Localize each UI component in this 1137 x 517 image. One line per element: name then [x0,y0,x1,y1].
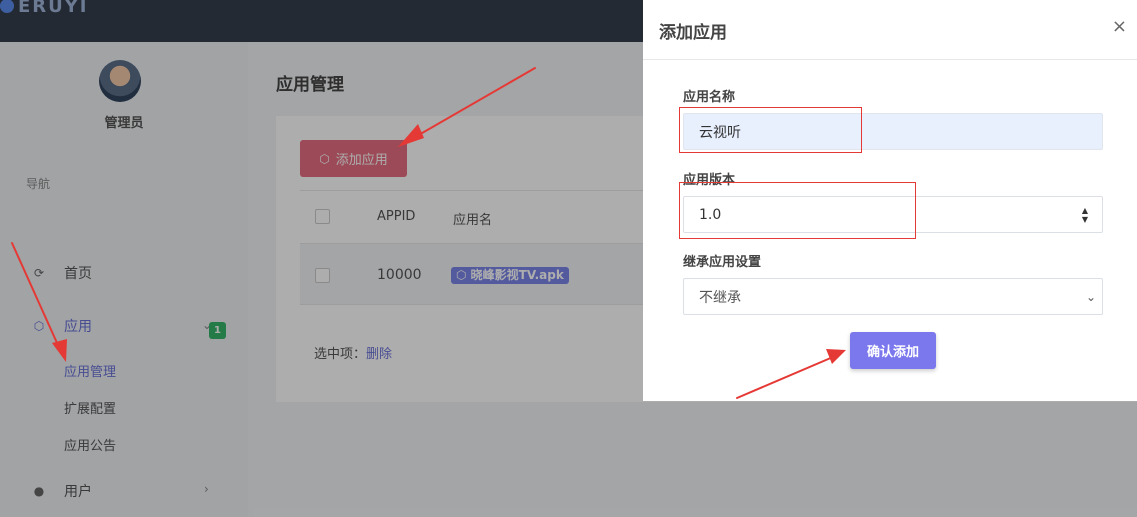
modal-title: 添加应用 [659,23,727,43]
chevron-down-icon: ⌄ [1085,290,1096,304]
inherit-settings-select[interactable]: 不继承 ⌄ [683,278,1103,315]
confirm-add-button[interactable]: 确认添加 [850,332,936,369]
modal-header: 添加应用 × [643,0,1137,60]
close-icon[interactable]: × [1112,16,1127,37]
inherit-settings-value: 不继承 [699,289,741,306]
annotation-box-version [679,182,916,239]
annotation-box-name [679,107,862,153]
app-name-label: 应用名称 [683,90,736,105]
number-spinner-icon[interactable]: ▲ ▼ [1082,206,1088,224]
inherit-settings-label: 继承应用设置 [683,255,762,270]
